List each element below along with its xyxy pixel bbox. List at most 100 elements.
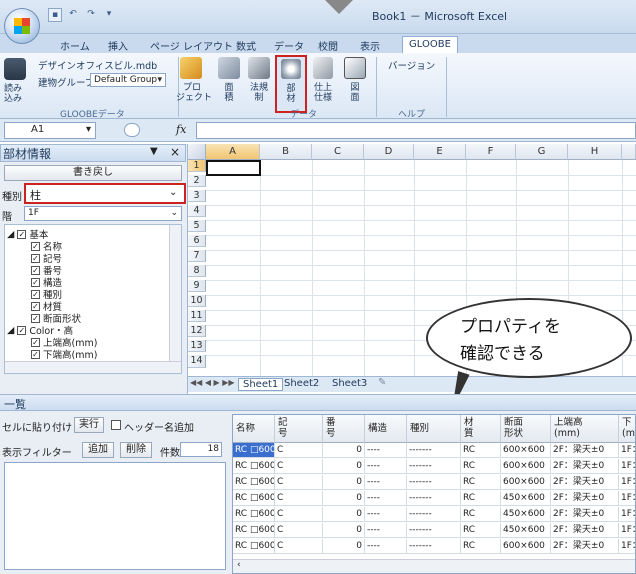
- table-cell[interactable]: 0: [323, 459, 365, 474]
- delete-filter-button[interactable]: 削除: [120, 442, 152, 458]
- sheet-nav-icon[interactable]: ◀◀ ◀ ▶ ▶▶: [190, 378, 235, 387]
- row-header[interactable]: 1: [188, 160, 206, 172]
- column-header[interactable]: 番 号: [323, 415, 365, 443]
- tab-view[interactable]: 表示: [360, 36, 380, 54]
- add-filter-button[interactable]: 追加: [82, 442, 114, 458]
- column-header[interactable]: 種別: [407, 415, 461, 443]
- table-cell[interactable]: RC: [461, 443, 501, 458]
- redo-icon[interactable]: ↷: [84, 8, 98, 22]
- row-header[interactable]: 4: [188, 205, 206, 217]
- checkbox-icon[interactable]: ✓: [17, 325, 27, 335]
- row-header[interactable]: 3: [188, 190, 206, 202]
- row-header[interactable]: 14: [188, 355, 206, 368]
- table-cell[interactable]: 0: [323, 539, 365, 554]
- tab-gloobe[interactable]: GLOOBE: [402, 36, 458, 54]
- checkbox-icon[interactable]: ✓: [31, 349, 40, 359]
- table-cell[interactable]: C: [275, 475, 323, 490]
- table-cell[interactable]: 600×600: [501, 539, 551, 554]
- table-cell[interactable]: -------: [407, 491, 461, 506]
- table-cell[interactable]: 1F：: [619, 459, 635, 474]
- table-cell[interactable]: RC □600: [233, 459, 275, 474]
- filter-list[interactable]: [4, 462, 226, 570]
- tree-scrollbar[interactable]: [169, 225, 181, 361]
- row-header[interactable]: 12: [188, 325, 206, 337]
- table-cell[interactable]: 1F：: [619, 523, 635, 538]
- row-header[interactable]: 9: [188, 280, 206, 292]
- table-cell[interactable]: ----: [365, 491, 407, 506]
- table-cell[interactable]: RC □600: [233, 443, 275, 458]
- table-cell[interactable]: RC: [461, 523, 501, 538]
- undo-icon[interactable]: ↶: [66, 8, 80, 22]
- column-header[interactable]: 断面 形状: [501, 415, 551, 443]
- checkbox-icon[interactable]: ✓: [31, 313, 40, 323]
- table-cell[interactable]: 2F：梁天±0: [551, 475, 619, 490]
- table-cell[interactable]: ----: [365, 459, 407, 474]
- table-cell[interactable]: C: [275, 491, 323, 506]
- checkbox-icon[interactable]: ✓: [31, 301, 40, 311]
- column-header[interactable]: 下 (m: [619, 415, 635, 443]
- column-header[interactable]: 名称: [233, 415, 275, 443]
- tab-home[interactable]: ホーム: [60, 36, 90, 54]
- table-cell[interactable]: 600×600: [501, 443, 551, 458]
- row-header[interactable]: 7: [188, 250, 206, 262]
- checkbox-icon[interactable]: ✓: [31, 277, 40, 287]
- table-cell[interactable]: ----: [365, 507, 407, 522]
- column-header[interactable]: 材 質: [461, 415, 501, 443]
- col-header-d[interactable]: D: [364, 144, 414, 160]
- tree-node-bottom-height[interactable]: ✓ 下端高(mm): [31, 347, 97, 361]
- table-cell[interactable]: RC □600: [233, 523, 275, 538]
- table-cell[interactable]: 1F：: [619, 475, 635, 490]
- formula-input[interactable]: [196, 122, 636, 139]
- col-header-b[interactable]: B: [260, 144, 312, 160]
- table-cell[interactable]: 1F：: [619, 507, 635, 522]
- collapse-icon[interactable]: ◢: [7, 229, 14, 240]
- table-cell[interactable]: 2F：梁天±0: [551, 539, 619, 554]
- load-button[interactable]: 読み 込み: [4, 84, 24, 104]
- table-cell[interactable]: -------: [407, 507, 461, 522]
- column-header[interactable]: 記 号: [275, 415, 323, 443]
- col-header-c[interactable]: C: [312, 144, 364, 160]
- table-cell[interactable]: ----: [365, 539, 407, 554]
- fx-icon[interactable]: fx: [176, 123, 186, 136]
- tab-formulas[interactable]: 数式: [236, 36, 256, 54]
- table-cell[interactable]: ----: [365, 443, 407, 458]
- col-header-f[interactable]: F: [466, 144, 516, 160]
- table-cell[interactable]: 450×600: [501, 491, 551, 506]
- table-cell[interactable]: 0: [323, 523, 365, 538]
- table-cell[interactable]: RC: [461, 459, 501, 474]
- table-cell[interactable]: 2F：梁天±0: [551, 523, 619, 538]
- table-cell[interactable]: 600×600: [501, 475, 551, 490]
- table-cell[interactable]: RC: [461, 539, 501, 554]
- row-header[interactable]: 8: [188, 265, 206, 277]
- table-cell[interactable]: 1F：: [619, 443, 635, 458]
- table-cell[interactable]: RC □600: [233, 507, 275, 522]
- table-cell[interactable]: ----: [365, 523, 407, 538]
- office-button[interactable]: [4, 8, 40, 44]
- table-cell[interactable]: 2F：梁天±0: [551, 491, 619, 506]
- project-button[interactable]: プロ ジェクト: [176, 83, 212, 103]
- row-header[interactable]: 6: [188, 235, 206, 247]
- table-cell[interactable]: RC □600: [233, 491, 275, 506]
- table-cell[interactable]: RC: [461, 475, 501, 490]
- new-sheet-icon[interactable]: ✎: [378, 377, 386, 388]
- table-cell[interactable]: 2F：梁天±0: [551, 443, 619, 458]
- floor-select[interactable]: 1F ⌄: [24, 206, 182, 221]
- table-cell[interactable]: 0: [323, 507, 365, 522]
- table-cell[interactable]: ----: [365, 475, 407, 490]
- sheet-tab-3[interactable]: Sheet3: [332, 378, 367, 391]
- table-cell[interactable]: 0: [323, 443, 365, 458]
- row-header[interactable]: 13: [188, 340, 206, 352]
- table-cell[interactable]: C: [275, 443, 323, 458]
- finish-spec-button[interactable]: 仕上 仕様: [310, 83, 336, 103]
- tab-review[interactable]: 校閲: [318, 36, 338, 54]
- name-box[interactable]: A1 ▾: [4, 122, 96, 139]
- table-cell[interactable]: RC □600: [233, 475, 275, 490]
- col-header-h[interactable]: H: [568, 144, 622, 160]
- table-cell[interactable]: 0: [323, 475, 365, 490]
- checkbox-icon[interactable]: ✓: [31, 241, 40, 251]
- table-cell[interactable]: 1F：: [619, 491, 635, 506]
- col-header-partial[interactable]: [622, 144, 636, 160]
- tab-page-layout[interactable]: ページ レイアウト: [150, 36, 233, 54]
- building-group-select[interactable]: Default Group ▾: [90, 73, 166, 87]
- row-header[interactable]: 10: [188, 295, 206, 307]
